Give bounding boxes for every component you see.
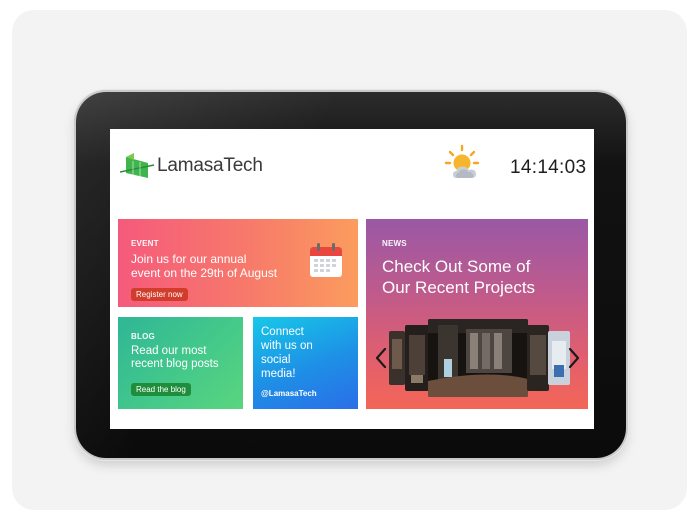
blog-tag: BLOG (131, 332, 155, 341)
social-line-2: with us on (261, 340, 313, 352)
social-handle[interactable]: @LamasaTech (261, 389, 317, 398)
project-thumb-far-left[interactable] (389, 331, 405, 385)
news-tile[interactable]: NEWS Check Out Some of Our Recent Projec… (366, 219, 588, 409)
social-line-4: media! (261, 368, 296, 380)
event-line-1: Join us for our annual (131, 252, 247, 266)
logo-mark-icon (120, 153, 155, 178)
project-thumb-center[interactable] (428, 319, 528, 397)
blog-line-2: recent blog posts (131, 358, 219, 370)
register-now-button[interactable]: Register now (131, 288, 188, 301)
calendar-icon (310, 243, 342, 277)
news-line-2: Our Recent Projects (382, 278, 536, 297)
partly-cloudy-icon (444, 144, 480, 178)
event-tile[interactable]: EVENT Join us for our annual event on th… (118, 219, 358, 307)
social-line-1: Connect (261, 326, 304, 338)
blog-tile[interactable]: BLOG Read our most recent blog posts Rea… (118, 317, 243, 409)
chevron-right-icon[interactable] (567, 346, 581, 370)
tablet-screen: LamasaTech 14:14:03 EVENT Join us for ou… (110, 129, 594, 429)
news-line-1: Check Out Some of (382, 257, 531, 276)
project-thumb-right[interactable] (527, 325, 549, 391)
event-tag: EVENT (131, 239, 159, 248)
project-carousel[interactable] (372, 315, 582, 401)
blog-line-1: Read our most (131, 345, 207, 357)
chevron-left-icon[interactable] (374, 346, 388, 370)
logo: LamasaTech (120, 151, 263, 181)
social-line-3: social (261, 354, 291, 366)
social-tile[interactable]: Connect with us on social media! @Lamasa… (253, 317, 358, 409)
news-tag: NEWS (382, 239, 407, 248)
read-the-blog-button[interactable]: Read the blog (131, 383, 191, 396)
event-line-2: event on the 29th of August (131, 266, 278, 280)
logo-text: LamasaTech (157, 155, 263, 176)
project-thumb-left[interactable] (405, 325, 429, 391)
clock: 14:14:03 (510, 157, 587, 178)
